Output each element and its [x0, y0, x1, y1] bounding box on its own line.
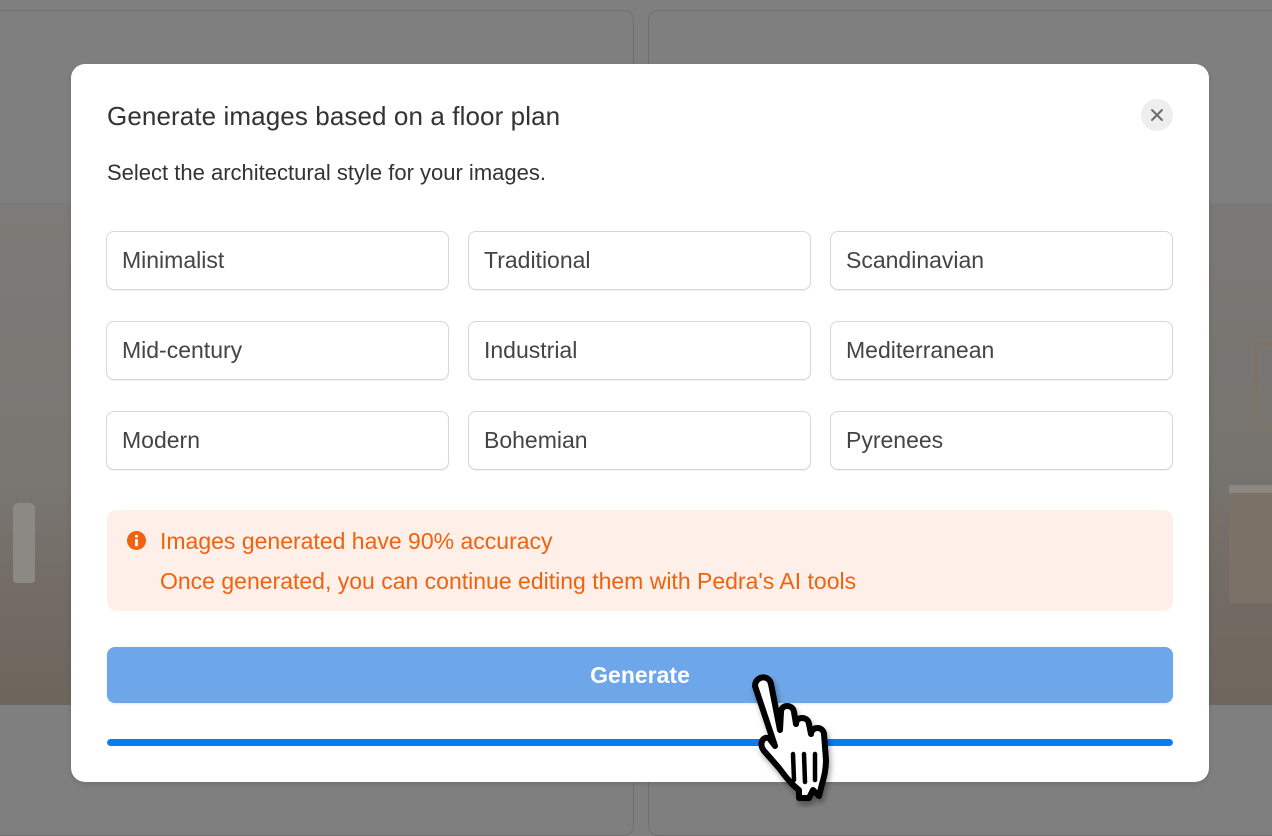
style-option-mediterranean[interactable]: Mediterranean — [830, 321, 1173, 380]
style-option-minimalist[interactable]: Minimalist — [106, 231, 449, 290]
counter-shape — [1229, 485, 1272, 493]
cabinet-shape — [1229, 493, 1272, 603]
style-option-industrial[interactable]: Industrial — [468, 321, 811, 380]
style-option-traditional[interactable]: Traditional — [468, 231, 811, 290]
style-option-pyrenees[interactable]: Pyrenees — [830, 411, 1173, 470]
style-option-modern[interactable]: Modern — [106, 411, 449, 470]
shelf-shape — [1255, 343, 1272, 427]
style-option-scandinavian[interactable]: Scandinavian — [830, 231, 1173, 290]
generate-button[interactable]: Generate — [107, 647, 1173, 703]
progress-bar — [107, 739, 1173, 746]
towel-shape — [13, 503, 35, 583]
close-button[interactable] — [1141, 99, 1173, 131]
style-options-grid: Minimalist Traditional Scandinavian Mid-… — [106, 231, 1173, 470]
progress-bar-fill — [107, 739, 1173, 746]
style-option-bohemian[interactable]: Bohemian — [468, 411, 811, 470]
style-option-mid-century[interactable]: Mid-century — [106, 321, 449, 380]
alert-body: Once generated, you can continue editing… — [160, 568, 857, 594]
modal-title: Generate images based on a floor plan — [107, 101, 561, 131]
modal-subtitle: Select the architectural style for your … — [107, 160, 546, 185]
generate-modal: Generate images based on a floor plan Se… — [71, 64, 1209, 782]
close-icon — [1151, 109, 1163, 121]
accuracy-alert: Images generated have 90% accuracy Once … — [107, 510, 1173, 611]
alert-title: Images generated have 90% accuracy — [160, 528, 553, 554]
info-icon — [127, 531, 146, 550]
